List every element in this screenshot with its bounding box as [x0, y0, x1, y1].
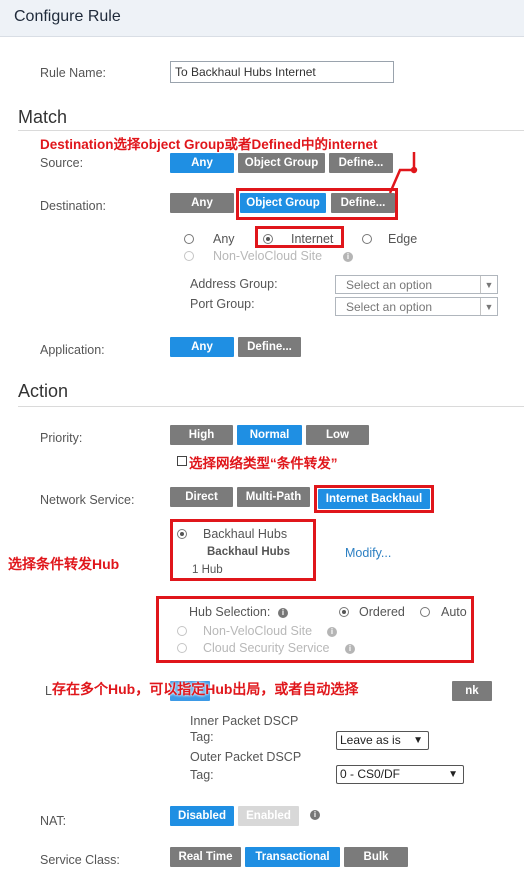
non-velocloud-option: Non-VeloCloud Site — [203, 624, 313, 638]
address-group-placeholder: Select an option — [346, 278, 433, 292]
destination-any-option: Any — [213, 232, 235, 246]
multi-hub-annotation: 存在多个Hub，可以指定Hub出局，或者自动选择 — [52, 681, 359, 697]
inner-dscp-value: Leave as is — [340, 733, 401, 747]
dialog-title: Configure Rule — [14, 8, 121, 25]
port-group-select[interactable]: Select an option ▼ — [335, 297, 498, 316]
outer-dscp-value: 0 - CS0/DF — [340, 767, 401, 781]
hub-annotation: 选择条件转发Hub — [8, 556, 120, 572]
network-direct-button[interactable]: Direct — [170, 487, 233, 507]
match-section-title: Match — [18, 107, 68, 127]
action-divider — [18, 406, 524, 407]
chevron-down-icon: ▼ — [448, 769, 458, 780]
hub-auto-option: Auto — [441, 605, 467, 619]
info-icon: i — [327, 627, 337, 637]
source-any-button[interactable]: Any — [170, 153, 234, 173]
backhaul-hubs-count: 1 Hub — [192, 564, 223, 576]
application-define-button[interactable]: Define... — [238, 337, 301, 357]
destination-any-radio[interactable] — [184, 234, 194, 244]
hub-auto-radio[interactable] — [420, 607, 430, 617]
rule-name-label: Rule Name: — [40, 66, 106, 80]
priority-label: Priority: — [40, 431, 83, 445]
annotation-pointer-line — [388, 152, 418, 194]
destination-edge-radio[interactable] — [362, 234, 372, 244]
match-divider — [18, 130, 524, 131]
cloud-security-option: Cloud Security Service — [203, 641, 330, 655]
application-any-button[interactable]: Any — [170, 337, 234, 357]
hub-ordered-radio[interactable] — [339, 607, 349, 617]
destination-label: Destination: — [40, 199, 107, 213]
action-section-title: Action — [18, 381, 69, 401]
info-icon: i — [345, 644, 355, 654]
backhaul-hubs-option: Backhaul Hubs — [203, 527, 288, 541]
application-label: Application: — [40, 343, 105, 357]
destination-highlight-box — [236, 188, 398, 220]
address-group-select[interactable]: Select an option ▼ — [335, 275, 498, 294]
chevron-down-icon: ▼ — [480, 298, 497, 315]
outer-dscp-label-line1: Outer Packet DSCP — [190, 750, 302, 764]
rule-name-input[interactable] — [170, 61, 394, 83]
inner-dscp-label-line2: Tag: — [190, 730, 214, 744]
chevron-down-icon: ▼ — [480, 276, 497, 293]
link-button-tail[interactable]: nk — [452, 681, 492, 701]
internet-backhaul-highlight-box — [314, 485, 434, 513]
service-realtime-button[interactable]: Real Time — [170, 847, 241, 867]
checkbox-icon — [177, 456, 187, 466]
internet-highlight-box — [255, 226, 344, 248]
nat-enabled-button[interactable]: Enabled — [238, 806, 299, 826]
address-group-label: Address Group: — [190, 277, 278, 291]
nat-disabled-button[interactable]: Disabled — [170, 806, 234, 826]
info-icon: i — [310, 810, 320, 820]
source-label: Source: — [40, 156, 84, 170]
nat-label: NAT: — [40, 814, 67, 828]
priority-low-button[interactable]: Low — [306, 425, 369, 445]
inner-dscp-label-line1: Inner Packet DSCP — [190, 714, 299, 728]
destination-edge-option: Edge — [388, 232, 418, 246]
destination-annotation: Destination选择object Group或者Defined中的inte… — [40, 137, 378, 152]
hub-selection-label: Hub Selection: — [189, 605, 271, 619]
modify-link[interactable]: Modify... — [345, 546, 391, 560]
backhaul-hubs-name: Backhaul Hubs — [207, 546, 291, 558]
info-icon: i — [343, 252, 353, 262]
inner-dscp-select[interactable]: Leave as is ▼ — [336, 731, 429, 750]
service-class-label: Service Class: — [40, 853, 120, 867]
network-multipath-button[interactable]: Multi-Path — [237, 487, 310, 507]
destination-any-button[interactable]: Any — [170, 193, 234, 213]
cloud-security-radio[interactable] — [177, 643, 187, 653]
source-object-group-button[interactable]: Object Group — [238, 153, 325, 173]
destination-non-velocloud-radio[interactable] — [184, 251, 194, 261]
chevron-down-icon: ▼ — [413, 735, 423, 746]
port-group-placeholder: Select an option — [346, 300, 433, 314]
non-velocloud-radio[interactable] — [177, 626, 187, 636]
port-group-label: Port Group: — [190, 297, 255, 311]
hub-ordered-option: Ordered — [359, 605, 405, 619]
priority-normal-button[interactable]: Normal — [237, 425, 302, 445]
outer-dscp-select[interactable]: 0 - CS0/DF ▼ — [336, 765, 464, 784]
link-label-fragment: L — [45, 684, 52, 698]
service-transactional-button[interactable]: Transactional — [245, 847, 340, 867]
network-service-label: Network Service: — [40, 493, 135, 507]
info-icon: i — [278, 608, 288, 618]
priority-high-button[interactable]: High — [170, 425, 233, 445]
service-bulk-button[interactable]: Bulk — [344, 847, 408, 867]
backhaul-hubs-radio[interactable] — [177, 529, 187, 539]
network-type-annotation: 选择网络类型“条件转发” — [189, 456, 338, 471]
destination-non-velocloud-option: Non-VeloCloud Site — [213, 249, 323, 263]
outer-dscp-label-line2: Tag: — [190, 768, 214, 782]
